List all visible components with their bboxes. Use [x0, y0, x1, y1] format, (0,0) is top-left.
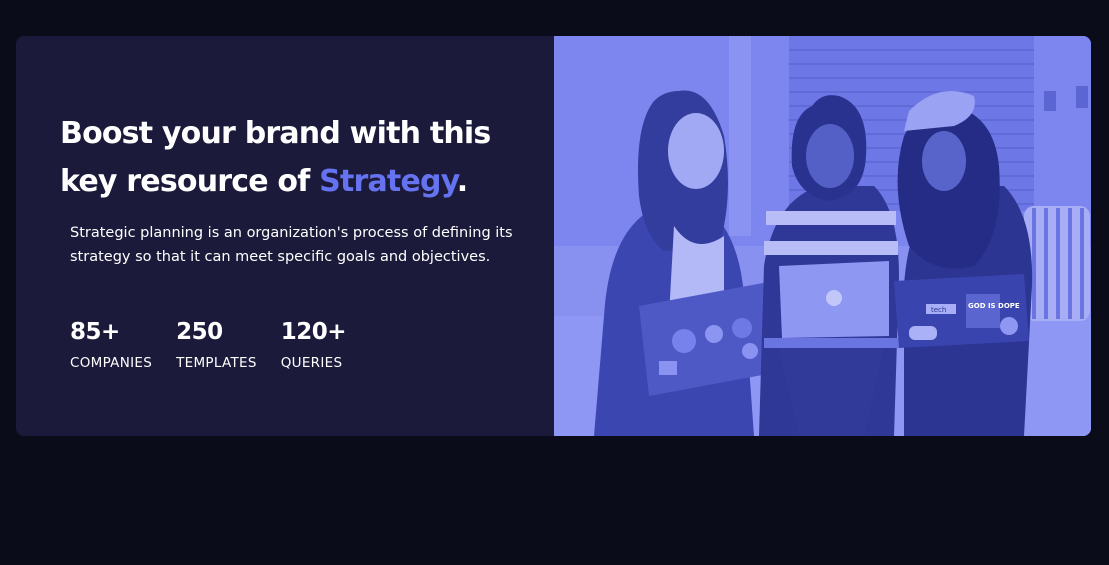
- hero-headline: Boost your brand with this key resource …: [60, 110, 530, 206]
- stat-queries: 120+ QUERIES: [280, 317, 347, 373]
- stat-value: 120+: [280, 319, 347, 345]
- hero-text-panel: Boost your brand with this key resource …: [16, 36, 554, 436]
- stat-templates: 250 TEMPLATES: [176, 317, 257, 373]
- sticker-tech: tech: [931, 306, 946, 314]
- headline-accent-word: Strategy: [319, 164, 457, 199]
- three-women-with-laptops-photo: tech GOD IS DOPE: [554, 36, 1091, 436]
- hero-description: Strategic planning is an organization's …: [70, 225, 513, 265]
- hero-card: Boost your brand with this key resource …: [16, 36, 1091, 436]
- stat-value: 250: [176, 319, 223, 345]
- stat-label: COMPANIES: [70, 355, 153, 371]
- stat-label: QUERIES: [280, 355, 343, 371]
- stat-value: 85+: [70, 319, 120, 345]
- sticker-god-is-dope: GOD IS DOPE: [968, 302, 1020, 310]
- stats-row: 85+ COMPANIES 250 TEMPLATES 120+ QUERIES: [70, 317, 370, 373]
- hero-photo: tech GOD IS DOPE: [554, 36, 1091, 436]
- stat-companies: 85+ COMPANIES: [70, 317, 152, 373]
- headline-suffix: .: [456, 164, 468, 199]
- stat-label: TEMPLATES: [176, 355, 257, 371]
